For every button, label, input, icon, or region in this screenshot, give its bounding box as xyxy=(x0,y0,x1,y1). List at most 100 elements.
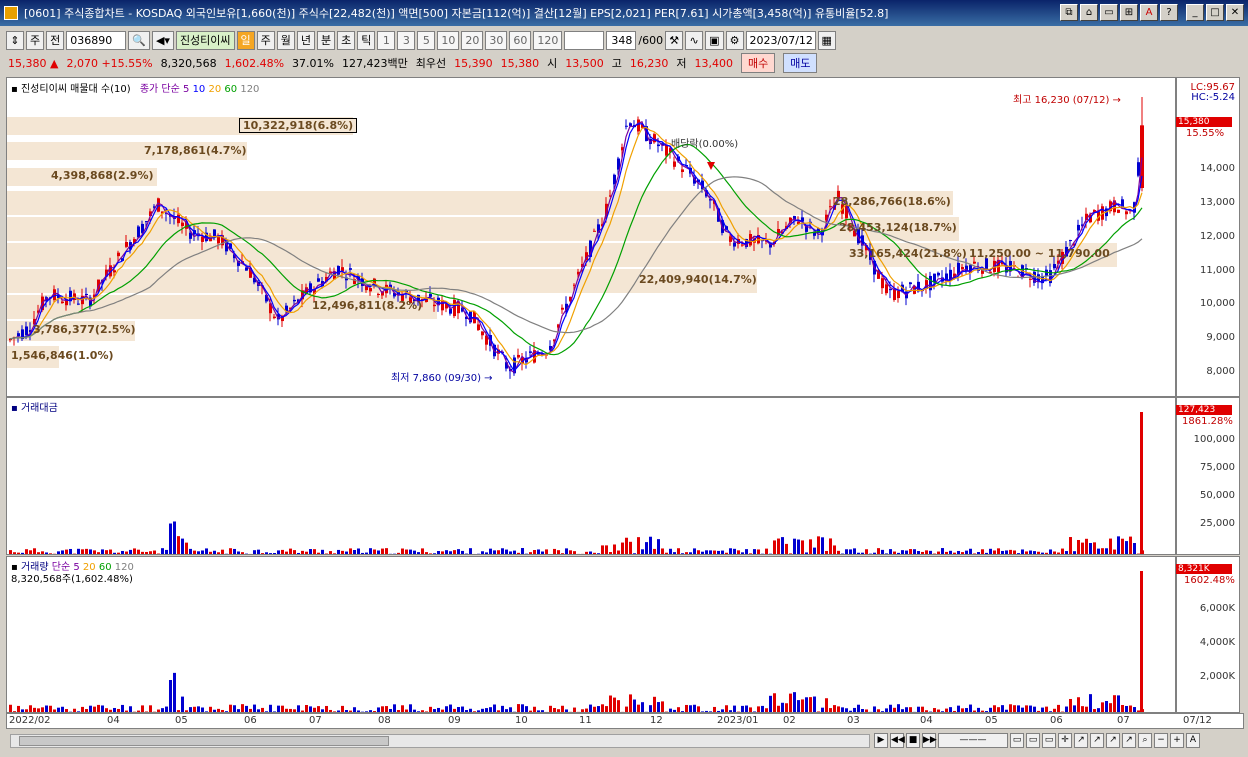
volume-bar xyxy=(277,705,280,712)
speaker-icon[interactable]: ◀▾ xyxy=(151,30,174,50)
amount-bar xyxy=(709,550,712,554)
gear-icon[interactable]: ⚙ xyxy=(725,30,744,50)
font-icon[interactable]: A xyxy=(1140,4,1158,21)
interval-120[interactable]: 120 xyxy=(533,30,563,50)
amount-bar xyxy=(269,553,272,554)
amount-bar xyxy=(49,553,52,554)
chart-type-icon[interactable]: ∿ xyxy=(685,30,704,50)
stock-type-select[interactable]: 주 xyxy=(26,30,45,50)
layout-icon[interactable]: ▭ xyxy=(1010,733,1024,748)
y-tick: 13,000 xyxy=(1200,197,1235,208)
open-label: 시 xyxy=(547,57,558,70)
scroll-thumb[interactable] xyxy=(19,736,389,746)
amount-bar xyxy=(565,548,568,554)
amount-bar xyxy=(189,548,192,554)
amount-bar xyxy=(653,548,656,554)
price-panel[interactable]: ▪ 진성티이씨 매물대 수(10) 종가 단순 5 10 20 60 120 1… xyxy=(6,77,1176,397)
candlestick-chart xyxy=(9,97,1144,379)
amount-bar xyxy=(641,549,644,554)
calendar-icon[interactable]: ▦ xyxy=(817,30,836,50)
interval-3[interactable]: 3 xyxy=(397,30,416,50)
interval-20[interactable]: 20 xyxy=(461,30,484,50)
amount-bar xyxy=(1061,548,1064,554)
zoom-out-icon[interactable]: − xyxy=(1154,733,1168,748)
amount-bar xyxy=(757,549,760,554)
menu-icon[interactable]: ⇕ xyxy=(6,30,24,50)
candle-body xyxy=(625,125,628,127)
stop-icon[interactable]: ■ xyxy=(906,733,920,748)
pin-icon[interactable]: ⌂ xyxy=(1080,4,1098,21)
amount-bar xyxy=(85,548,88,554)
period-daily[interactable]: 일 xyxy=(236,30,255,50)
interval-30[interactable]: 30 xyxy=(485,30,508,50)
horizontal-scrollbar[interactable] xyxy=(10,734,870,748)
amount-bar xyxy=(105,550,108,554)
save-icon[interactable]: ▣ xyxy=(705,30,724,50)
layout2-icon[interactable]: ▭ xyxy=(1026,733,1040,748)
speed-slider[interactable]: ——— xyxy=(938,733,1008,748)
buy-button[interactable]: 매수 xyxy=(740,53,776,73)
period-monthly[interactable]: 월 xyxy=(276,30,295,50)
code-input[interactable]: 036890 xyxy=(66,30,127,50)
crosshair-icon[interactable]: ✛ xyxy=(1058,733,1072,748)
amount-panel[interactable]: ▪ 거래대금 xyxy=(6,397,1176,555)
trend4-icon[interactable]: ↗ xyxy=(1122,733,1136,748)
amount-bar xyxy=(625,537,628,554)
amount-bar xyxy=(541,551,544,554)
font-size-icon[interactable]: A xyxy=(1186,733,1200,748)
amount-bar xyxy=(857,552,860,554)
x-axis[interactable]: 2022/02 04 05 06 07 08 09 10 11 12 2023/… xyxy=(6,713,1244,729)
sell-button[interactable]: 매도 xyxy=(783,53,818,73)
amount-bar xyxy=(45,552,48,554)
prev-button[interactable]: 전 xyxy=(46,30,65,50)
period-weekly[interactable]: 주 xyxy=(256,30,275,50)
interval-60[interactable]: 60 xyxy=(509,30,532,50)
interval-10[interactable]: 10 xyxy=(437,30,460,50)
date-input[interactable]: 2023/07/12 xyxy=(745,30,816,50)
search-icon[interactable]: 🔍 xyxy=(128,30,150,50)
amount-bar xyxy=(665,552,668,554)
link-icon[interactable]: ⧉ xyxy=(1060,4,1078,21)
custom-interval-input[interactable] xyxy=(564,30,605,50)
volume-bar xyxy=(493,704,496,712)
close-button[interactable]: ✕ xyxy=(1226,4,1244,21)
help-icon[interactable]: ? xyxy=(1160,4,1178,21)
amount-bar xyxy=(613,544,616,554)
zoom-icon[interactable]: ⌕ xyxy=(1138,733,1152,748)
amount-bar xyxy=(113,552,116,554)
amount-bar xyxy=(777,538,780,554)
period-minute[interactable]: 분 xyxy=(317,30,336,50)
play-icon[interactable]: ▶ xyxy=(874,733,888,748)
amount-bar xyxy=(365,552,368,554)
open-price: 13,500 xyxy=(565,56,604,70)
trend-icon[interactable]: ↗ xyxy=(1074,733,1088,748)
count-input[interactable]: 348 xyxy=(606,30,637,50)
window-icon[interactable]: ▭ xyxy=(1100,4,1118,21)
maximize-button[interactable]: □ xyxy=(1206,4,1224,21)
profile-label: 22,409,940(14.7%) xyxy=(639,273,757,286)
period-tick[interactable]: 틱 xyxy=(357,30,376,50)
volume-bar xyxy=(745,705,748,712)
interval-1[interactable]: 1 xyxy=(377,30,396,50)
stock-name-label[interactable]: 진성티이씨 xyxy=(175,30,235,50)
layout3-icon[interactable]: ▭ xyxy=(1042,733,1056,748)
period-second[interactable]: 초 xyxy=(337,30,356,50)
fast-forward-icon[interactable]: ▶▶ xyxy=(922,733,937,748)
amount-bar xyxy=(733,548,736,554)
settings-icon[interactable]: ⊞ xyxy=(1120,4,1138,21)
trend2-icon[interactable]: ↗ xyxy=(1090,733,1104,748)
volume-bar xyxy=(661,701,664,712)
trend3-icon[interactable]: ↗ xyxy=(1106,733,1120,748)
amount-bar xyxy=(293,550,296,554)
rewind-icon[interactable]: ◀◀ xyxy=(890,733,905,748)
amount-bar xyxy=(1140,412,1143,554)
period-yearly[interactable]: 년 xyxy=(296,30,316,50)
amount-bar xyxy=(961,552,964,554)
interval-5[interactable]: 5 xyxy=(417,30,436,50)
amount-bar xyxy=(141,551,144,554)
amount-bar xyxy=(917,551,920,554)
volume-panel[interactable]: ▪ 거래량 단순 5 20 60 120 8,320,568주(1,602.48… xyxy=(6,556,1176,713)
zoom-in-icon[interactable]: + xyxy=(1170,733,1184,748)
tool-icon[interactable]: ⚒ xyxy=(665,30,684,50)
minimize-button[interactable]: _ xyxy=(1186,4,1204,21)
